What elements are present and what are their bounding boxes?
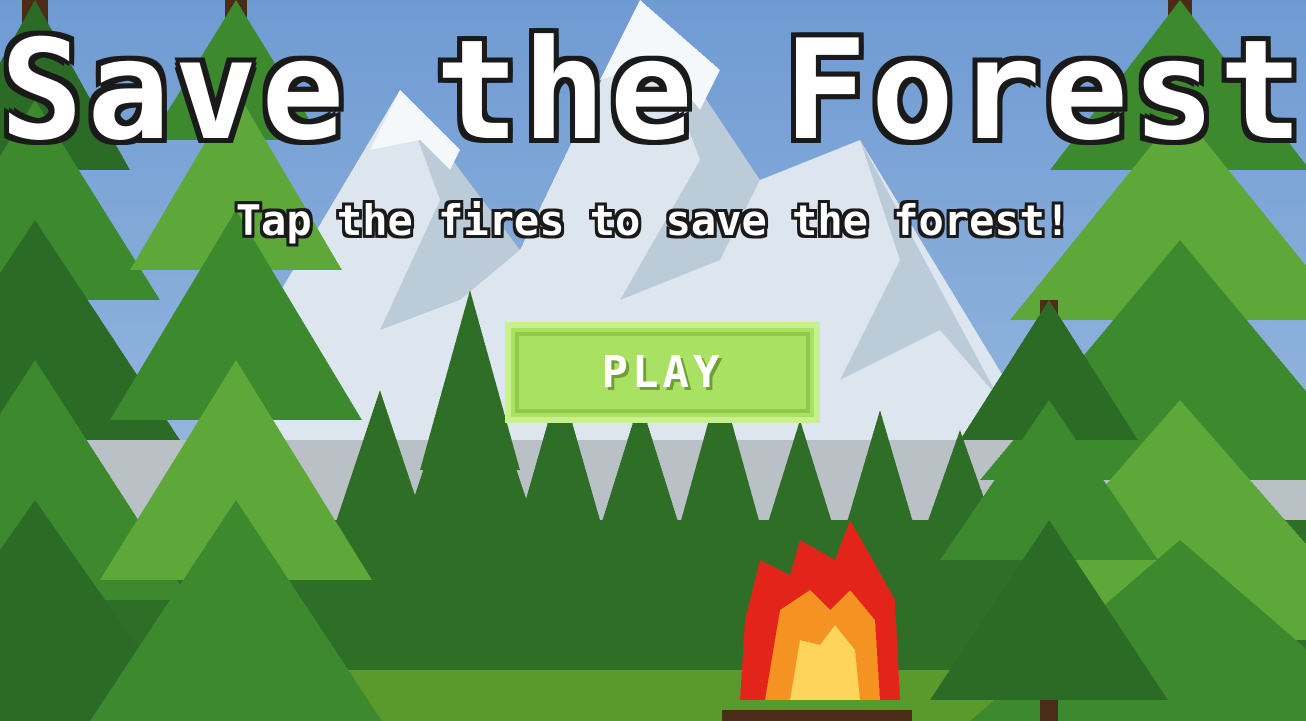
play-button[interactable]: PLAY — [505, 322, 820, 423]
play-button-label: PLAY — [601, 347, 724, 398]
fire-log — [722, 710, 912, 721]
game-subtitle: Tap the fires to save the forest! — [235, 196, 1071, 245]
game-title: Save the Forest — [0, 10, 1306, 171]
game-screen: Save the Forest Tap the fires to save th… — [0, 0, 1306, 721]
